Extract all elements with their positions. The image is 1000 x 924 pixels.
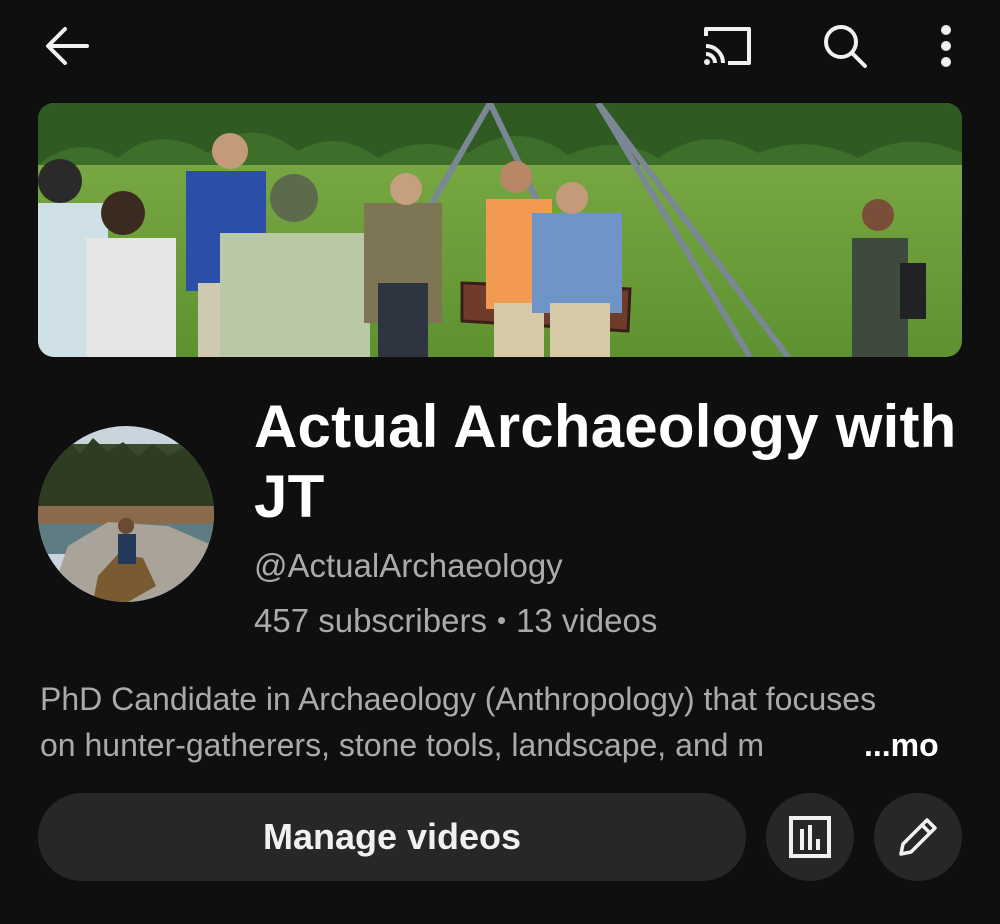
cast-button[interactable] [698,20,756,72]
channel-stats: 457 subscribers • 13 videos [254,601,657,643]
channel-description[interactable]: PhD Candidate in Archaeology (Anthropolo… [40,676,970,768]
more-options-button[interactable] [926,20,966,72]
description-line-2: on hunter-gatherers, stone tools, landsc… [40,722,940,768]
description-line-2-text: on hunter-gatherers, stone tools, landsc… [40,727,764,763]
description-fade [780,722,860,768]
back-button[interactable] [38,20,96,72]
avatar-image [38,426,214,602]
edit-channel-button[interactable] [874,793,962,881]
cast-icon [704,27,751,65]
channel-avatar[interactable] [38,426,214,602]
manage-videos-button[interactable]: Manage videos [38,793,746,881]
video-count: 13 videos [516,602,658,639]
more-vertical-icon [941,25,951,67]
channel-handle: @ActualArchaeology [254,547,563,584]
stats-separator: • [496,605,507,635]
banner-image [38,103,962,357]
pencil-icon [899,818,937,856]
search-button[interactable] [816,18,874,74]
subscriber-count: 457 subscribers [254,602,487,639]
channel-banner [38,103,962,357]
analytics-icon [789,816,831,858]
top-app-bar [0,0,1000,92]
analytics-button[interactable] [766,793,854,881]
search-icon [824,25,867,68]
channel-title: Actual Archaeology with JT [254,393,957,530]
arrow-left-icon [46,27,89,65]
more-link[interactable]: ...more [862,722,940,768]
description-line-1: PhD Candidate in Archaeology (Anthropolo… [40,681,877,717]
